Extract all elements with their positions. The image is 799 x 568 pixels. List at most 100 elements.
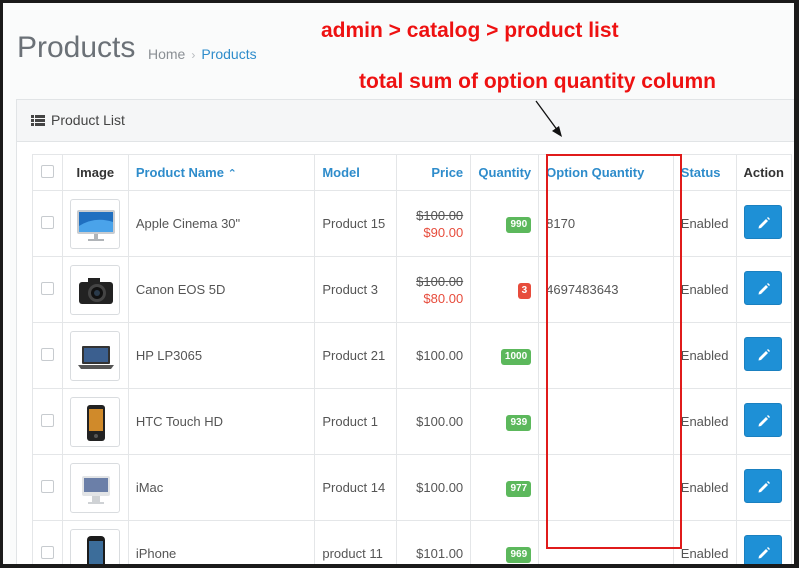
annotation-path-note: admin > catalog > product list — [321, 19, 619, 42]
column-header-image: Image — [61, 154, 129, 191]
select-all-cell — [32, 154, 63, 191]
product-thumbnail — [70, 330, 121, 381]
product-model: Product 14 — [314, 454, 397, 521]
product-model: Product 21 — [314, 322, 397, 389]
edit-button[interactable] — [743, 205, 782, 239]
imac-thumbnail-icon — [82, 475, 111, 504]
product-quantity-cell: 939 — [470, 388, 540, 455]
column-header-model[interactable]: Model — [314, 154, 397, 191]
product-image-cell — [61, 190, 129, 257]
product-status: Enabled — [672, 454, 737, 521]
product-action-cell — [735, 454, 792, 521]
row-checkbox[interactable] — [40, 347, 54, 361]
pencil-icon — [758, 547, 770, 559]
product-quantity-cell: 1000 — [470, 322, 540, 389]
product-thumbnail — [70, 396, 121, 447]
product-price: $100.00 — [416, 414, 464, 429]
product-model: Product 3 — [314, 256, 397, 323]
quantity-badge: 990 — [506, 216, 532, 233]
product-price-original: $100.00 — [416, 273, 464, 289]
product-price: $100.00 — [416, 348, 464, 363]
column-header-price[interactable]: Price — [395, 154, 472, 191]
product-model: product 11 — [314, 520, 397, 564]
product-image-cell — [61, 256, 129, 323]
product-status: Enabled — [672, 520, 737, 564]
product-status: Enabled — [672, 388, 737, 455]
product-quantity-cell: 990 — [470, 190, 540, 257]
pencil-icon — [758, 349, 770, 361]
column-header-option-quantity[interactable]: Option Quantity — [538, 154, 674, 191]
pencil-icon — [758, 481, 770, 493]
panel-heading: Product List — [17, 100, 794, 142]
edit-button[interactable] — [743, 469, 782, 503]
sort-status-link[interactable]: Status — [681, 165, 721, 180]
product-name: iMac — [127, 454, 316, 521]
product-price-original: $100.00 — [416, 207, 464, 223]
product-name: HTC Touch HD — [127, 388, 316, 455]
quantity-badge: 939 — [506, 414, 532, 431]
edit-button[interactable] — [743, 403, 782, 437]
sort-name-link[interactable]: Product Name — [136, 165, 224, 180]
pencil-icon — [758, 217, 770, 229]
breadcrumb-products[interactable]: Products — [201, 46, 256, 62]
row-checkbox[interactable] — [40, 281, 54, 295]
sort-model-link[interactable]: Model — [322, 165, 360, 180]
pencil-icon — [758, 415, 770, 427]
product-option-quantity — [538, 520, 674, 564]
breadcrumb-home[interactable]: Home — [148, 46, 185, 62]
product-table: Image Product Name ⌃ Model Price Quantit… — [32, 154, 792, 564]
sort-price-link[interactable]: Price — [431, 165, 463, 180]
product-option-quantity — [538, 322, 674, 389]
product-status: Enabled — [672, 190, 737, 257]
pencil-icon — [758, 283, 770, 295]
breadcrumb: Home › Products — [148, 46, 257, 62]
table-row: iPhone product 11 $101.00 969 Enabled — [32, 520, 792, 564]
product-action-cell — [735, 322, 792, 389]
table-row: Canon EOS 5D Product 3 $100.00 $80.00 3 46974… — [32, 256, 792, 323]
annotation-column-note: total sum of option quantity column — [359, 70, 716, 93]
product-price: $100.00 — [416, 480, 464, 495]
edit-button[interactable] — [743, 535, 782, 564]
edit-button[interactable] — [743, 337, 782, 371]
product-price-cell: $100.00 — [395, 322, 472, 389]
row-select-cell — [32, 454, 63, 521]
product-price-special: $80.00 — [423, 290, 464, 306]
sort-ascending-icon: ⌃ — [227, 168, 237, 180]
sort-quantity-link[interactable]: Quantity — [478, 165, 531, 180]
row-checkbox[interactable] — [40, 479, 54, 493]
table-body: Apple Cinema 30" Product 15 $100.00 $90.00 9… — [32, 190, 792, 564]
product-thumbnail — [70, 462, 121, 513]
laptop-thumbnail-icon — [78, 345, 115, 369]
column-header-name[interactable]: Product Name ⌃ — [127, 154, 316, 191]
product-name: HP LP3065 — [127, 322, 316, 389]
list-icon — [31, 115, 45, 126]
iphone-thumbnail-icon — [87, 535, 106, 564]
column-header-status[interactable]: Status — [672, 154, 737, 191]
row-checkbox[interactable] — [40, 413, 54, 427]
page-title: Products — [17, 31, 136, 64]
row-select-cell — [32, 322, 63, 389]
product-image-cell — [61, 454, 129, 521]
product-price: $101.00 — [416, 546, 464, 561]
product-price-cell: $101.00 — [395, 520, 472, 564]
product-price-cell: $100.00 $80.00 — [395, 256, 472, 323]
select-all-checkbox[interactable] — [40, 164, 54, 178]
table-row: HP LP3065 Product 21 $100.00 1000 Enabled — [32, 322, 792, 389]
row-checkbox[interactable] — [40, 215, 54, 229]
product-status: Enabled — [672, 322, 737, 389]
product-price-cell: $100.00 — [395, 388, 472, 455]
column-header-quantity[interactable]: Quantity — [470, 154, 540, 191]
edit-button[interactable] — [743, 271, 782, 305]
camera-thumbnail-icon — [79, 277, 114, 304]
product-price-special: $90.00 — [423, 224, 464, 240]
product-name: Canon EOS 5D — [127, 256, 316, 323]
product-model: Product 1 — [314, 388, 397, 455]
row-checkbox[interactable] — [40, 545, 54, 559]
breadcrumb-separator: › — [191, 48, 196, 62]
product-status: Enabled — [672, 256, 737, 323]
sort-option-quantity-link[interactable]: Option Quantity — [546, 165, 644, 180]
product-price-cell: $100.00 — [395, 454, 472, 521]
product-action-cell — [735, 256, 792, 323]
quantity-badge: 3 — [517, 282, 532, 299]
column-header-action: Action — [735, 154, 792, 191]
